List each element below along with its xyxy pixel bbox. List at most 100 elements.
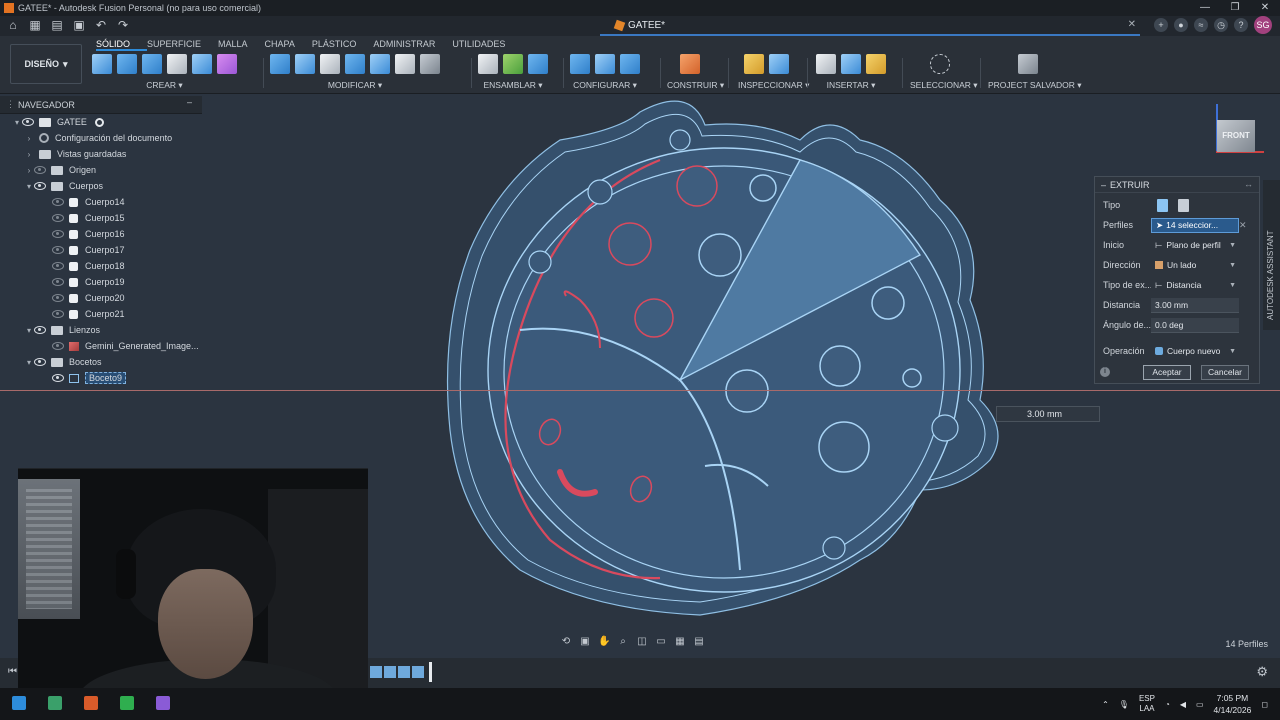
display-settings-icon[interactable]: ▭ xyxy=(655,636,667,648)
taskbar-app-icon[interactable] xyxy=(48,696,62,710)
chevron-down-icon[interactable]: ▾ xyxy=(24,182,34,191)
group-create-label[interactable]: CREAR ▾ xyxy=(92,80,237,91)
extrude-icon[interactable] xyxy=(117,54,137,74)
shell-icon[interactable] xyxy=(320,54,340,74)
clock[interactable]: 7:05 PM 4/14/2026 xyxy=(1214,692,1252,716)
volume-icon[interactable]: ◀ xyxy=(1180,700,1186,709)
group-inspect-label[interactable]: INSPECCIONAR ▾ xyxy=(738,80,809,91)
notifications-icon[interactable]: ◷ xyxy=(1214,18,1228,32)
offset-plane-icon[interactable] xyxy=(680,54,700,74)
tree-item-body[interactable]: Cuerpo15 xyxy=(0,210,202,226)
timeline-feature[interactable] xyxy=(398,666,410,678)
assistant-side-tab[interactable]: AUTODESK ASSISTANT xyxy=(1263,180,1280,330)
spot[interactable] xyxy=(819,345,861,387)
spot[interactable] xyxy=(725,369,769,413)
info-icon[interactable]: i xyxy=(1100,367,1110,377)
visibility-icon[interactable] xyxy=(52,230,64,238)
zoom-icon[interactable]: ⌕ xyxy=(617,636,629,648)
tree-item-canvases[interactable]: ▾ Lienzos xyxy=(0,322,202,338)
group-construct-label[interactable]: CONSTRUIR ▾ xyxy=(667,80,724,91)
spot[interactable] xyxy=(818,421,870,473)
save-icon[interactable]: ▣ xyxy=(72,18,86,32)
notification-center-icon[interactable]: ◻ xyxy=(1261,700,1268,709)
visibility-icon[interactable] xyxy=(34,326,46,334)
configure-rule-icon[interactable] xyxy=(620,54,640,74)
taskbar-app-icon[interactable] xyxy=(156,696,170,710)
close-button[interactable]: ✕ xyxy=(1250,0,1280,16)
select-icon[interactable] xyxy=(930,54,950,74)
view-cube[interactable]: FRONT xyxy=(1217,120,1255,152)
viewports-icon[interactable]: ▤ xyxy=(693,636,705,648)
look-at-icon[interactable]: ▣ xyxy=(579,636,591,648)
taskbar-app-icon[interactable] xyxy=(84,696,98,710)
tree-item-body[interactable]: Cuerpo19 xyxy=(0,274,202,290)
chevron-down-icon[interactable]: ▾ xyxy=(12,118,22,127)
grid-icon[interactable]: ▦ xyxy=(674,636,686,648)
chevron-right-icon[interactable]: › xyxy=(24,134,34,143)
hole-icon[interactable] xyxy=(167,54,187,74)
minimize-button[interactable]: — xyxy=(1190,0,1220,16)
tree-item-body[interactable]: Cuerpo16 xyxy=(0,226,202,242)
tree-item-body[interactable]: Cuerpo20 xyxy=(0,290,202,306)
new-tab-icon[interactable]: + xyxy=(1154,18,1168,32)
align-icon[interactable] xyxy=(420,54,440,74)
visibility-icon[interactable] xyxy=(34,166,46,174)
tree-item-body[interactable]: Cuerpo14 xyxy=(0,194,202,210)
tree-root[interactable]: ▾ GATEE xyxy=(0,114,202,130)
group-configure-label[interactable]: CONFIGURAR ▾ xyxy=(570,80,640,91)
tab-manage[interactable]: ADMINISTRAR xyxy=(373,39,452,51)
redo-icon[interactable]: ↷ xyxy=(116,18,130,32)
leg-bump[interactable] xyxy=(669,129,691,151)
tab-surface[interactable]: SUPERFICIE xyxy=(147,39,218,51)
spot[interactable] xyxy=(698,233,742,277)
leg-bump[interactable] xyxy=(931,414,959,442)
file-menu-icon[interactable]: ▤ xyxy=(50,18,64,32)
group-select-label[interactable]: SELECCIONAR ▾ xyxy=(910,80,978,91)
project-salvador-icon[interactable] xyxy=(1018,54,1038,74)
pattern-icon[interactable] xyxy=(192,54,212,74)
tree-item-saved-views[interactable]: › Vistas guardadas xyxy=(0,146,202,162)
spot[interactable] xyxy=(902,368,922,388)
visibility-icon[interactable] xyxy=(34,182,46,190)
extrude-thin-icon[interactable] xyxy=(1178,198,1189,212)
start-select[interactable]: ⊢ Plano de perfil ▼ xyxy=(1151,238,1239,253)
maximize-button[interactable]: ❐ xyxy=(1220,0,1250,16)
chevron-right-icon[interactable]: › xyxy=(24,166,34,175)
profiles-selection[interactable]: ➤ 14 seleccior... xyxy=(1151,217,1239,233)
tree-item-body[interactable]: Cuerpo21 xyxy=(0,306,202,322)
extrude-solid-icon[interactable] xyxy=(1157,198,1168,212)
visibility-icon[interactable] xyxy=(34,358,46,366)
group-assemble-label[interactable]: ENSAMBLAR ▾ xyxy=(478,80,548,91)
form-icon[interactable] xyxy=(217,54,237,74)
visibility-icon[interactable] xyxy=(52,294,64,302)
job-status-icon[interactable]: ≈ xyxy=(1194,18,1208,32)
leg-bump[interactable] xyxy=(587,179,613,205)
distance-manipulator-input[interactable]: 3.00 mm xyxy=(996,406,1100,422)
new-component-icon[interactable] xyxy=(478,54,498,74)
user-avatar[interactable]: SG xyxy=(1254,16,1272,34)
collapse-icon[interactable]: – xyxy=(1101,180,1106,190)
joint-icon[interactable] xyxy=(503,54,523,74)
tab-close-icon[interactable]: ✕ xyxy=(1128,19,1136,30)
spot[interactable] xyxy=(608,222,652,266)
tree-item-body[interactable]: Cuerpo18 xyxy=(0,258,202,274)
taskbar-app-icon[interactable] xyxy=(120,696,134,710)
visibility-icon[interactable] xyxy=(52,198,64,206)
distance-input[interactable]: 3.00 mm xyxy=(1151,297,1239,313)
collapse-panel-icon[interactable]: – xyxy=(187,97,192,107)
as-built-joint-icon[interactable] xyxy=(528,54,548,74)
split-body-icon[interactable] xyxy=(370,54,390,74)
tab-mesh[interactable]: MALLA xyxy=(218,39,265,51)
configure-table-icon[interactable] xyxy=(570,54,590,74)
spot[interactable] xyxy=(749,174,777,202)
visibility-icon[interactable] xyxy=(52,374,64,382)
chevron-up-icon[interactable]: ⌃ xyxy=(1102,700,1109,709)
visibility-icon[interactable] xyxy=(52,310,64,318)
angle-input[interactable]: 0.0 deg xyxy=(1151,317,1239,333)
clear-selection-icon[interactable]: ✕ xyxy=(1239,220,1247,231)
drag-handle-icon[interactable]: ⋮ xyxy=(6,99,15,110)
tree-item-doc-settings[interactable]: › Configuración del documento xyxy=(0,130,202,146)
parameters-icon[interactable] xyxy=(595,54,615,74)
tree-item-bodies[interactable]: ▾ Cuerpos xyxy=(0,178,202,194)
tree-item-body[interactable]: Cuerpo17 xyxy=(0,242,202,258)
